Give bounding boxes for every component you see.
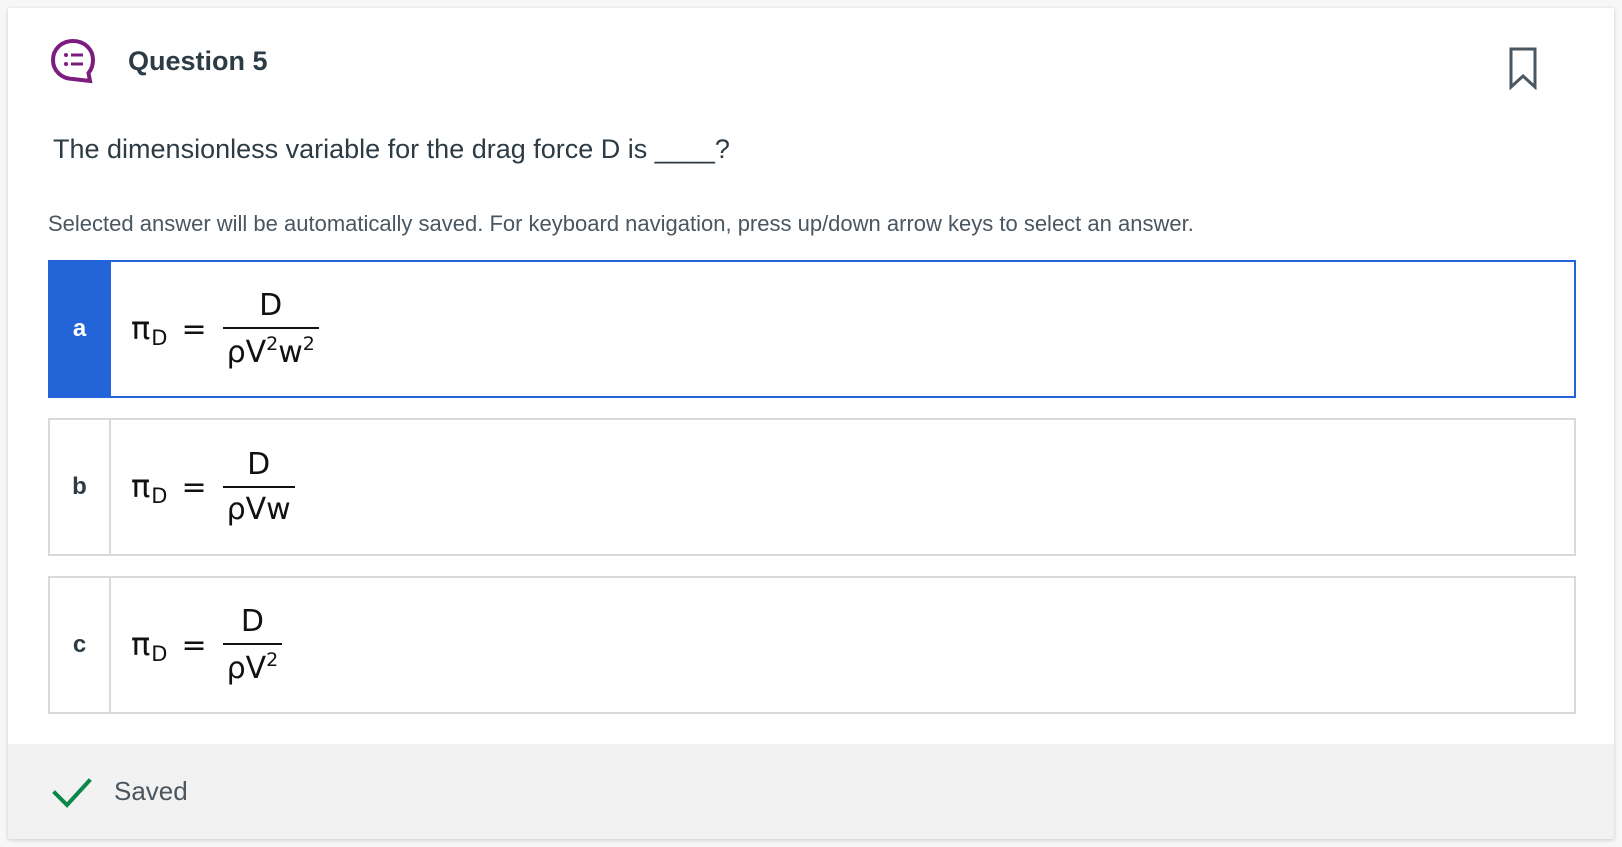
question-prompt: The dimensionless variable for the drag … <box>53 134 730 164</box>
question-list-icon <box>50 38 96 84</box>
formula-lhs: πD <box>131 466 168 508</box>
question-header: Question 5 <box>8 8 1614 118</box>
formula-lhs: πD <box>131 308 168 350</box>
equals-sign: = <box>181 311 207 347</box>
choice-formula: πD = D ρV2w2 <box>111 262 1574 396</box>
choice-formula: πD = D ρVw <box>111 420 1574 554</box>
saved-status-text: Saved <box>114 776 188 806</box>
denominator: ρV2w2 <box>222 327 319 370</box>
answer-choice-c[interactable]: c πD = D ρV2 <box>48 576 1576 714</box>
answer-choices: a πD = D ρV2w2 b πD = D ρVw c πD = D ρV2 <box>48 260 1576 734</box>
formula-lhs: πD <box>131 624 168 666</box>
denominator: ρVw <box>222 486 295 527</box>
choice-letter: c <box>50 578 111 712</box>
answer-choice-b[interactable]: b πD = D ρVw <box>48 418 1576 556</box>
equals-sign: = <box>181 469 207 505</box>
keyboard-hint: Selected answer will be automatically sa… <box>48 211 1194 236</box>
fraction: D ρVw <box>222 447 295 527</box>
numerator: D <box>247 447 271 482</box>
choice-letter: b <box>50 420 111 554</box>
bookmark-icon[interactable] <box>1508 46 1538 90</box>
question-card: Question 5 The dimensionless variable fo… <box>8 8 1614 839</box>
answer-choice-a[interactable]: a πD = D ρV2w2 <box>48 260 1576 398</box>
choice-letter: a <box>50 262 111 396</box>
numerator: D <box>240 604 264 639</box>
question-title: Question 5 <box>128 46 268 76</box>
fraction: D ρV2 <box>222 604 283 686</box>
save-status-bar: Saved <box>8 744 1614 839</box>
denominator: ρV2 <box>222 643 283 686</box>
checkmark-icon <box>52 777 92 808</box>
fraction: D ρV2w2 <box>222 288 319 370</box>
choice-formula: πD = D ρV2 <box>111 578 1574 712</box>
numerator: D <box>259 288 283 323</box>
equals-sign: = <box>181 627 207 663</box>
